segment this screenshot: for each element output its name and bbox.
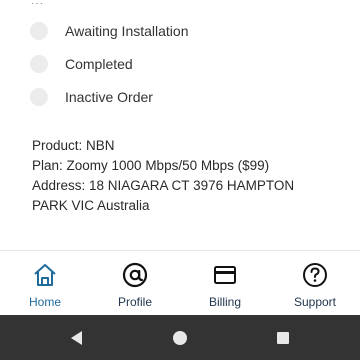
plan-line: Plan: Zoomy 1000 Mbps/50 Mbps ($99)	[32, 158, 270, 173]
status-item-partial[interactable]: …	[30, 0, 220, 4]
home-button-icon[interactable]	[170, 328, 190, 348]
nav-item-support[interactable]: Support	[270, 251, 360, 316]
help-icon	[303, 263, 327, 287]
status-item-inactive-order[interactable]: Inactive Order	[30, 84, 330, 110]
nav-label-home: Home	[28, 295, 61, 309]
status-item-completed[interactable]: Completed	[30, 51, 330, 77]
recent-apps-icon[interactable]	[273, 328, 293, 348]
status-label-partial: …	[30, 0, 45, 4]
android-navigation-bar	[0, 315, 360, 360]
back-icon[interactable]	[67, 328, 87, 348]
order-details: Product: NBN Plan: Zoomy 1000 Mbps/50 Mb…	[32, 136, 332, 216]
status-label: Completed	[65, 56, 133, 72]
nav-item-profile[interactable]: Profile	[90, 251, 180, 316]
credit-card-icon	[214, 266, 236, 284]
nav-label-billing: Billing	[208, 295, 241, 309]
address-line-2: PARK VIC Australia	[32, 198, 150, 213]
nav-item-billing[interactable]: Billing	[180, 251, 270, 316]
nav-item-home[interactable]: Home	[0, 251, 90, 316]
radio-button[interactable]	[30, 88, 48, 106]
home-icon	[34, 264, 56, 286]
radio-button[interactable]	[30, 55, 48, 73]
product-line: Product: NBN	[32, 138, 115, 153]
status-item-awaiting-installation[interactable]: Awaiting Installation	[30, 18, 330, 44]
status-label: Awaiting Installation	[65, 23, 189, 39]
address-line-1: Address: 18 NIAGARA CT 3976 HAMPTON	[32, 178, 295, 193]
at-sign-icon	[122, 262, 148, 288]
radio-button[interactable]	[30, 22, 48, 40]
nav-label-support: Support	[293, 295, 337, 309]
status-label: Inactive Order	[65, 89, 153, 105]
bottom-navigation: Home Profile Billing Support	[0, 250, 360, 316]
nav-label-profile: Profile	[117, 295, 152, 309]
